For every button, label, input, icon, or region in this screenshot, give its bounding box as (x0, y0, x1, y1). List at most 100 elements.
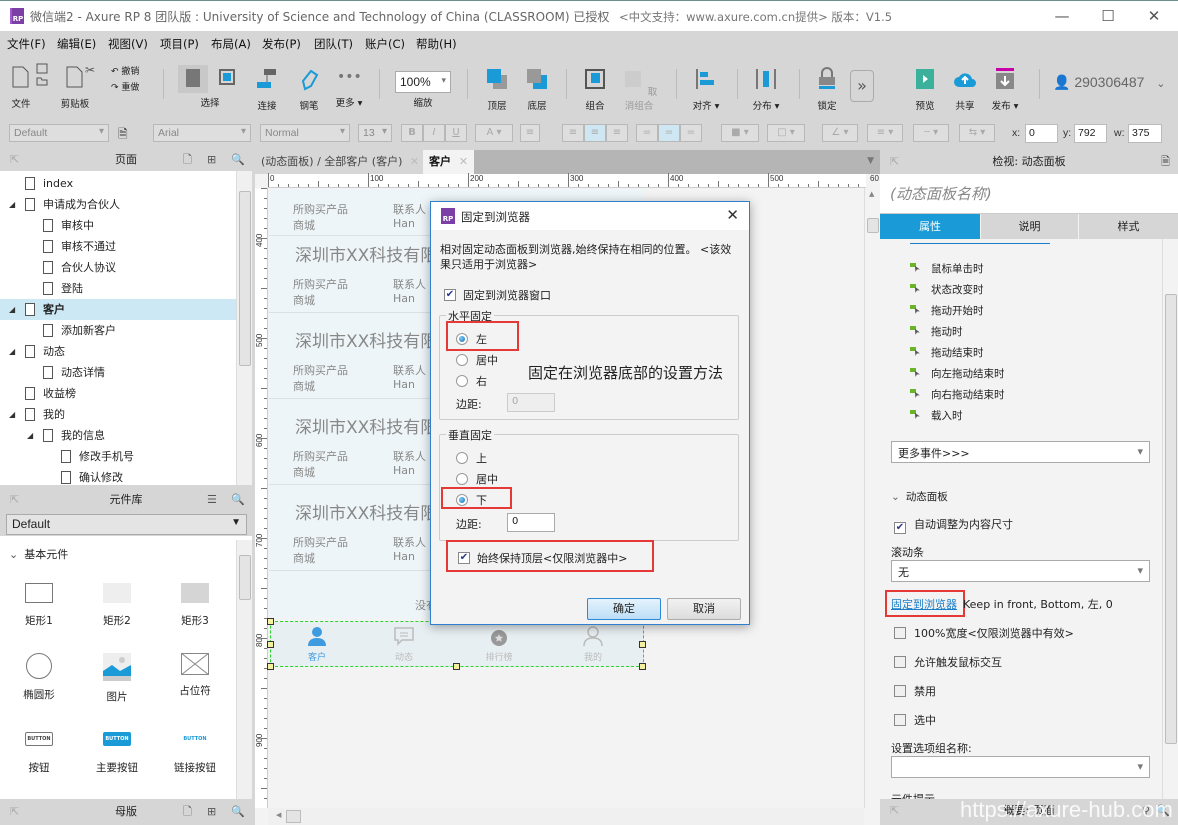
page-item[interactable]: 审核不通过 (0, 236, 236, 257)
arrow-style-button[interactable]: ⇆ ▾ (959, 124, 995, 142)
allow-mouse-row[interactable]: 允许触发鼠标交互 (894, 654, 1002, 670)
page-item[interactable]: 修改手机号 (0, 446, 236, 467)
line-width-button[interactable]: ≡ ▾ (867, 124, 903, 142)
widget-primary-button[interactable]: BUTTON 主要按钮 (78, 732, 156, 775)
page-item[interactable]: 添加新客户 (0, 320, 236, 341)
menu-file[interactable]: 文件(F) (7, 36, 46, 52)
widget-rectangle3[interactable]: 矩形3 (156, 583, 234, 628)
radio-right[interactable] (456, 375, 468, 387)
w-input[interactable]: 375 (1128, 124, 1162, 143)
select-intersect-button[interactable] (178, 65, 208, 93)
menu-project[interactable]: 项目(P) (160, 36, 199, 52)
dialog-close-icon[interactable]: ✕ (726, 206, 739, 224)
radio-h-center[interactable] (456, 354, 468, 366)
more-button[interactable]: ••• 更多 ▾ (332, 67, 366, 109)
widget-button[interactable]: BUTTON 按钮 (0, 732, 78, 775)
tab-style[interactable]: 样式 (1079, 214, 1178, 239)
menu-view[interactable]: 视图(V) (108, 36, 148, 52)
page-item[interactable]: ◢ 客户 (0, 299, 236, 320)
expand-triangle-icon[interactable]: ◢ (9, 194, 15, 215)
search-icon[interactable]: 🔍 (231, 800, 245, 824)
page-item[interactable]: ◢ 申请成为合伙人 (0, 194, 236, 215)
line-style-button[interactable]: ┄ ▾ (913, 124, 949, 142)
add-folder-icon[interactable]: ⊞ (207, 800, 216, 824)
scroll-thumb[interactable] (239, 555, 251, 600)
align-center-button[interactable]: ≡ (584, 124, 606, 142)
event-link-partial[interactable] (910, 239, 1050, 244)
widget-link-button[interactable]: BUTTON 链接按钮 (156, 732, 234, 775)
auto-fit-checkbox[interactable]: ✔ (894, 522, 906, 534)
tab-notes[interactable]: 说明 (981, 214, 1078, 239)
style-editor-icon[interactable]: 🗎 (118, 125, 128, 146)
widget-placeholder[interactable]: 占位符 (156, 653, 234, 698)
menu-publish[interactable]: 发布(P) (262, 36, 301, 52)
add-master-icon[interactable]: 🗋 (183, 800, 192, 824)
resize-handle[interactable] (267, 618, 274, 625)
menu-account[interactable]: 账户(C) (365, 36, 405, 52)
lock-button[interactable]: 锁定 (812, 67, 842, 112)
preview-button[interactable]: 预览 (910, 67, 940, 112)
publish-button[interactable]: 发布 ▾ (988, 67, 1022, 112)
undo-button[interactable]: ↶ 撤销 (111, 64, 139, 77)
page-item[interactable]: 登陆 (0, 278, 236, 299)
page-item[interactable]: 合伙人协议 (0, 257, 236, 278)
notes-icon[interactable]: 🗎 (1161, 150, 1170, 174)
expand-triangle-icon[interactable]: ◢ (9, 299, 15, 320)
resize-handle[interactable] (267, 641, 274, 648)
menu-icon[interactable]: ☰ (207, 488, 217, 512)
auto-fit-row[interactable]: ✔ 自动调整为内容尺寸 (894, 516, 1013, 534)
resize-handle[interactable] (453, 663, 460, 670)
disabled-checkbox[interactable] (894, 685, 906, 697)
align-button[interactable]: 对齐 ▾ (689, 67, 723, 112)
minimize-button[interactable]: — (1039, 3, 1085, 31)
page-item[interactable]: ◢ 动态 (0, 341, 236, 362)
add-folder-icon[interactable]: ⊞ (207, 148, 216, 172)
valign-top-button[interactable]: = (636, 124, 658, 142)
selected-checkbox[interactable] (894, 714, 906, 726)
cut-icon[interactable]: ✂ (85, 63, 95, 77)
event-item[interactable]: 拖动时 (910, 324, 963, 339)
expand-triangle-icon[interactable]: ◢ (27, 425, 33, 446)
canvas-vertical-scrollbar[interactable]: ▲ (864, 188, 880, 808)
h-margin-input[interactable]: 0 (507, 393, 555, 412)
pin-checkbox[interactable]: ✔ (444, 289, 456, 301)
font-weight-select[interactable]: Normal (260, 124, 350, 142)
bold-button[interactable]: B (401, 124, 423, 142)
event-item[interactable]: 拖动开始时 (910, 303, 984, 318)
valign-bottom-button[interactable]: = (680, 124, 702, 142)
page-item[interactable]: 审核中 (0, 215, 236, 236)
cancel-button[interactable]: 取消 (667, 598, 741, 620)
resize-handle[interactable] (639, 641, 646, 648)
line-color-button[interactable]: ∠ ▾ (822, 124, 858, 142)
align-right-button[interactable]: ≡ (606, 124, 628, 142)
panel-name-input[interactable]: (动态面板名称) (880, 174, 1178, 214)
search-icon[interactable]: 🔍 (231, 488, 245, 512)
fill-color-button[interactable]: ■ ▾ (721, 124, 759, 142)
group-button[interactable]: 组合 (580, 67, 610, 112)
widget-ellipse[interactable]: 椭圆形 (0, 653, 78, 702)
y-input[interactable]: 792 (1074, 124, 1107, 143)
collapse-icon[interactable]: ⇱ (10, 148, 19, 172)
ungroup-button[interactable]: 取消组合 (617, 67, 661, 112)
connect-button[interactable]: 连接 (252, 67, 282, 112)
menu-help[interactable]: 帮助(H) (416, 36, 457, 52)
collapse-icon[interactable]: ⇱ (10, 800, 19, 824)
group-name-select[interactable] (891, 756, 1150, 778)
menu-arrange[interactable]: 布局(A) (211, 36, 251, 52)
event-item[interactable]: 载入时 (910, 408, 963, 423)
send-to-back-button[interactable]: 底层 (522, 67, 552, 112)
full-width-row[interactable]: 100%宽度<仅限浏览器中有效> (894, 625, 1074, 641)
tabbar-moments[interactable]: 动态 (390, 625, 418, 663)
page-item[interactable]: index (0, 173, 236, 194)
style-select[interactable]: Default (9, 124, 109, 142)
page-item[interactable]: 动态详情 (0, 362, 236, 383)
pages-scrollbar[interactable] (236, 171, 252, 485)
file-button[interactable]: 文件 (8, 65, 34, 110)
page-item[interactable]: 确认修改 (0, 467, 236, 488)
disabled-row[interactable]: 禁用 (894, 683, 936, 699)
expand-toolbar-button[interactable]: » (850, 70, 874, 102)
full-width-checkbox[interactable] (894, 627, 906, 639)
resize-handle[interactable] (267, 663, 274, 670)
page-item[interactable]: ◢ 我的 (0, 404, 236, 425)
keep-front-checkbox[interactable]: ✔ (458, 552, 470, 564)
